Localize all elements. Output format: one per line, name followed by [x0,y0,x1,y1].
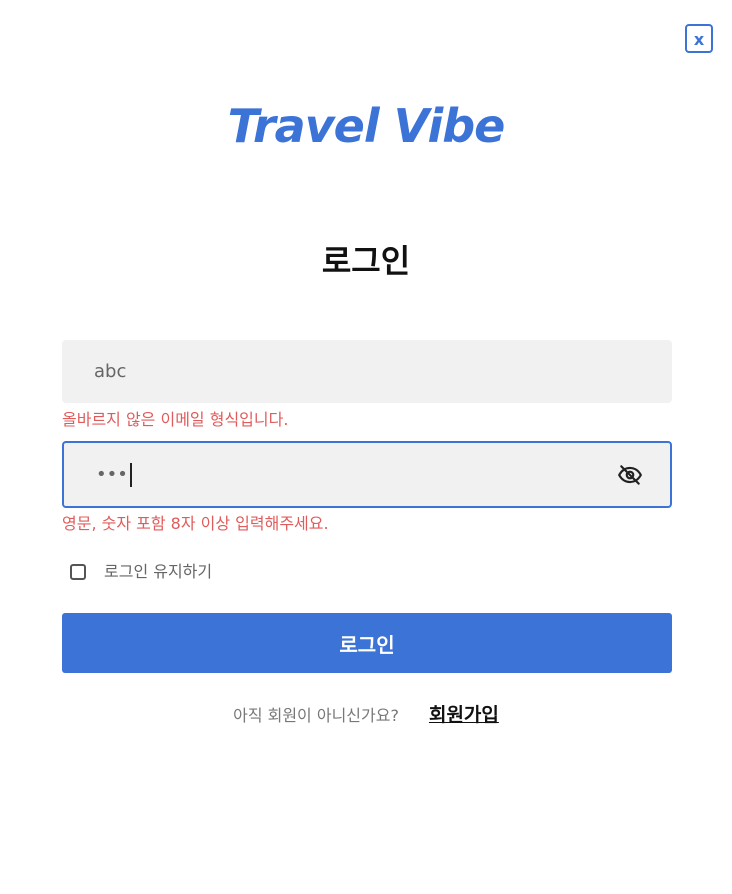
email-error: 올바르지 않은 이메일 형식입니다. [62,410,289,429]
password-field[interactable]: ••• [62,441,672,508]
page-title: 로그인 [321,242,411,280]
login-button[interactable]: 로그인 [62,613,672,673]
logo: Travel Vibe [227,99,506,153]
remember-me-label[interactable]: 로그인 유지하기 [104,558,212,582]
signup-prompt: 아직 회원이 아니신가요? [233,705,399,725]
password-error: 영문, 숫자 포함 8자 이상 입력해주세요. [62,514,329,533]
remember-me-checkbox[interactable] [70,563,86,580]
close-icon: x [693,29,705,49]
eye-off-icon[interactable] [616,461,644,489]
email-field[interactable]: abc [62,340,672,403]
signup-link[interactable]: 회원가입 [429,700,499,727]
remember-me-row: 로그인 유지하기 [70,558,212,582]
close-button[interactable]: x [685,24,713,53]
email-value: abc [94,361,127,382]
signup-row: 아직 회원이 아니신가요? 회원가입 [0,700,732,727]
text-caret [129,462,132,487]
login-page: x Travel Vibe 로그인 abc 올바르지 않은 이메일 형식입니다.… [0,0,732,894]
password-value: ••• [96,462,132,487]
